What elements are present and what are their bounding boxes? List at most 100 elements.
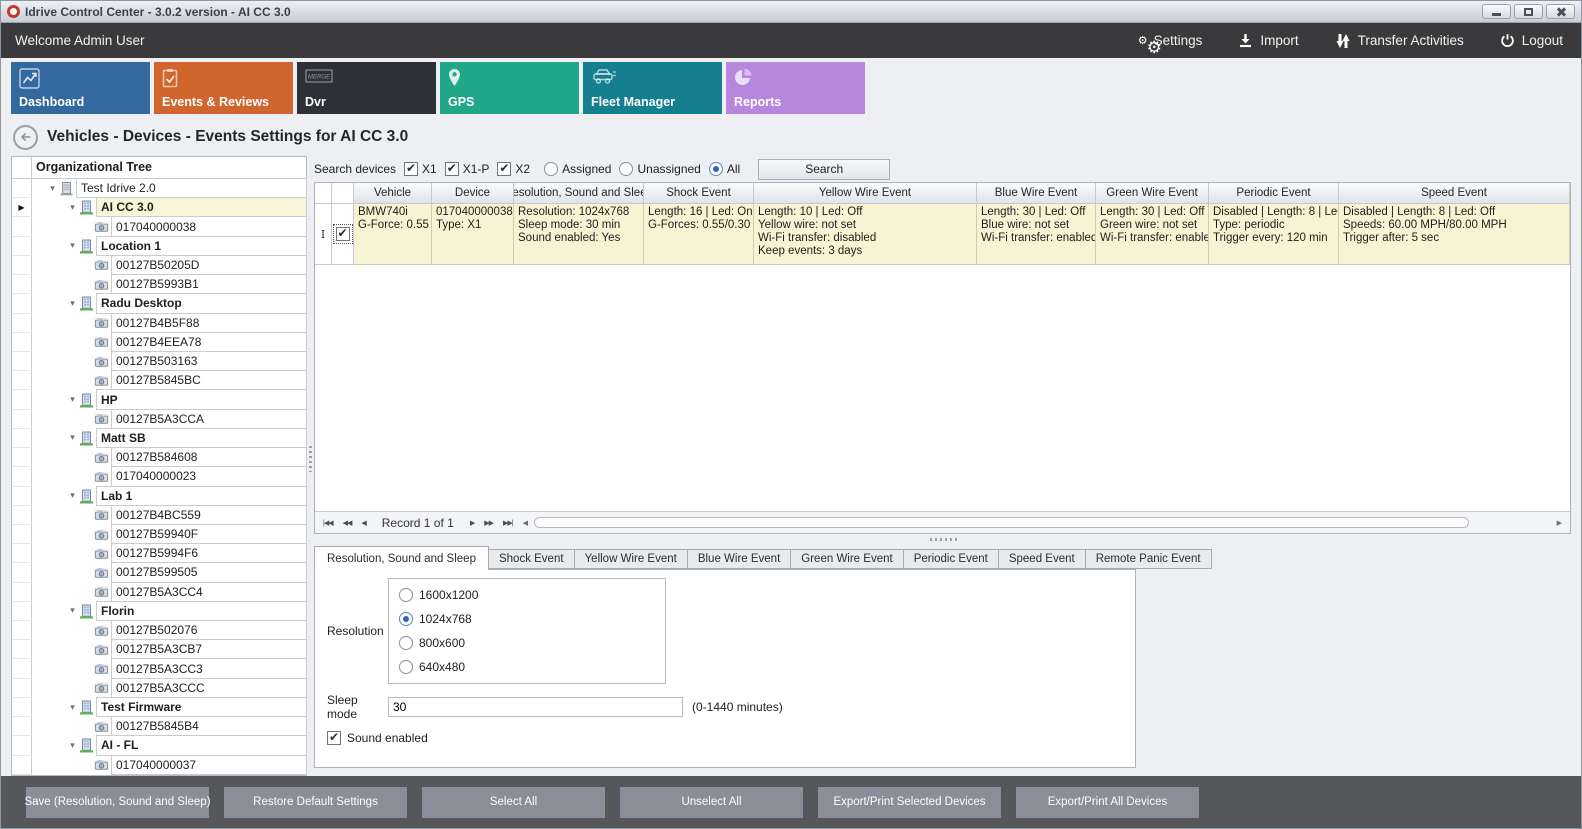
tree-device-label[interactable]: 017040000037: [111, 755, 307, 775]
close-button[interactable]: [1546, 4, 1575, 19]
expand-arrow-icon[interactable]: ▾: [66, 606, 79, 616]
tree-device-label[interactable]: 00127B4BC559: [111, 505, 307, 525]
tree-node-label[interactable]: Test Idrive 2.0: [76, 178, 307, 198]
back-button[interactable]: [13, 125, 38, 150]
tab-remote-panic-event[interactable]: Remote Panic Event: [1086, 549, 1212, 569]
expand-arrow-icon[interactable]: ▾: [66, 433, 79, 443]
footer-button-export-print-selected-devices[interactable]: Export/Print Selected Devices: [818, 787, 1001, 818]
sleep-mode-input[interactable]: [388, 697, 683, 717]
tree-device-label[interactable]: 00127B4EEA78: [111, 332, 307, 352]
horizontal-scrollbar[interactable]: [534, 516, 1551, 529]
tree-device-label[interactable]: 00127B5845BC: [111, 370, 307, 390]
tree-device-label[interactable]: 00127B5845B4: [111, 716, 307, 736]
tree-node-label[interactable]: HP: [96, 389, 307, 409]
menu-item-logout[interactable]: Logout: [1500, 33, 1563, 48]
tab-green-wire-event[interactable]: Green Wire Event: [791, 549, 903, 569]
nav-first-button[interactable]: |◀◀: [319, 519, 337, 527]
footer-button-unselect-all[interactable]: Unselect All: [620, 787, 803, 818]
tree-node-label[interactable]: AI - FL: [96, 735, 307, 755]
maximize-button[interactable]: [1514, 4, 1543, 19]
tree-node-label[interactable]: Lab 1: [96, 486, 307, 506]
tile-gps[interactable]: GPS: [440, 62, 579, 114]
resolution-option-1600x1200[interactable]: 1600x1200: [399, 588, 665, 602]
tree-device-label[interactable]: 00127B5A3CC4: [111, 582, 307, 602]
tree-device-label[interactable]: 00127B5A3CB7: [111, 639, 307, 659]
tree-device-label[interactable]: 00127B584608: [111, 447, 307, 467]
filter-radio-unassigned[interactable]: Unassigned: [619, 162, 700, 176]
menu-item-import[interactable]: Import: [1238, 33, 1298, 48]
grid-indicator-header: [315, 183, 332, 204]
row-checkbox[interactable]: ✔: [336, 227, 350, 241]
expand-arrow-icon[interactable]: ▾: [66, 741, 79, 751]
tree-device-label[interactable]: 00127B5A3CCA: [111, 409, 307, 429]
tree-device-label[interactable]: 00127B5A3CCC: [111, 678, 307, 698]
search-button[interactable]: Search: [758, 159, 890, 180]
tree-node-label[interactable]: Radu Desktop: [96, 293, 307, 313]
hscroll-right-arrow[interactable]: ▶: [1553, 519, 1566, 527]
tree-node-label[interactable]: Matt SB: [96, 428, 307, 448]
hscroll-left-arrow[interactable]: ◀: [519, 519, 532, 527]
tab-blue-wire-event[interactable]: Blue Wire Event: [688, 549, 791, 569]
nav-last-button[interactable]: ▶▶|: [499, 519, 517, 527]
tree-device-label[interactable]: 017040000038: [111, 216, 307, 236]
tree-device-label[interactable]: 00127B5A3CC3: [111, 658, 307, 678]
tree-node-label[interactable]: Florin: [96, 601, 307, 621]
grid-tabs-splitter[interactable]: [314, 534, 1571, 545]
expand-arrow-icon[interactable]: ▾: [66, 241, 79, 251]
expand-arrow-icon[interactable]: ▾: [46, 184, 59, 194]
filter-radio-assigned[interactable]: Assigned: [544, 162, 611, 176]
filter-checkbox-x1[interactable]: ✔X1: [404, 162, 437, 176]
sound-enabled-checkbox[interactable]: ✔: [327, 731, 341, 745]
expand-arrow-icon[interactable]: ▾: [66, 395, 79, 405]
tree-node-label[interactable]: AI CC 3.0: [96, 197, 307, 217]
expand-arrow-icon[interactable]: ▾: [66, 703, 79, 713]
tree-device-label[interactable]: 00127B4B5F88: [111, 313, 307, 333]
tree-device-label[interactable]: 00127B59940F: [111, 524, 307, 544]
resolution-option-800x600[interactable]: 800x600: [399, 636, 665, 650]
tab-speed-event[interactable]: Speed Event: [999, 549, 1086, 569]
tree-device-label[interactable]: 00127B5994F6: [111, 543, 307, 563]
titlebar: Idrive Control Center - 3.0.2 version - …: [1, 1, 1581, 23]
tree-device-label[interactable]: 00127B599505: [111, 562, 307, 582]
footer-button-save-resolution-sound-and-sleep-[interactable]: Save (Resolution, Sound and Sleep): [26, 787, 209, 818]
tab-periodic-event[interactable]: Periodic Event: [904, 549, 999, 569]
expand-arrow-icon[interactable]: ▾: [66, 491, 79, 501]
tree-device-label[interactable]: 00127B5993B1: [111, 274, 307, 294]
tab-shock-event[interactable]: Shock Event: [489, 549, 575, 569]
menu-item-settings[interactable]: ⚙⚙Settings: [1147, 33, 1203, 48]
tree-node-label[interactable]: Location 1: [96, 236, 307, 256]
tile-fleet-manager[interactable]: Fleet Manager: [583, 62, 722, 114]
tab-yellow-wire-event[interactable]: Yellow Wire Event: [575, 549, 688, 569]
nav-next-page-button[interactable]: ▶▶: [480, 519, 497, 527]
tree-device-label[interactable]: 00127B502076: [111, 620, 307, 640]
expand-arrow-icon[interactable]: ▾: [66, 203, 79, 213]
filter-checkbox-x2[interactable]: ✔X2: [497, 162, 530, 176]
tree-node-label[interactable]: Test Firmware: [96, 697, 307, 717]
tree-device-label[interactable]: 00127B50205D: [111, 255, 307, 275]
footer-button-select-all[interactable]: Select All: [422, 787, 605, 818]
tile-dashboard[interactable]: Dashboard: [11, 62, 150, 114]
tree-device-label[interactable]: 017040000023: [111, 466, 307, 486]
tree-device-label[interactable]: 00127B503163: [111, 351, 307, 371]
panel-splitter[interactable]: [307, 156, 314, 776]
tile-dvr[interactable]: MERGEDvr: [297, 62, 436, 114]
filter-radio-all[interactable]: All: [709, 162, 740, 176]
expand-arrow-icon[interactable]: ▾: [66, 299, 79, 309]
tile-reports[interactable]: Reports: [726, 62, 865, 114]
tab-resolution-sound-and-sleep[interactable]: Resolution, Sound and Sleep: [314, 546, 489, 570]
fleet-icon: [591, 68, 617, 90]
nav-prev-page-button[interactable]: ◀◀: [339, 519, 356, 527]
tile-events-reviews[interactable]: Events & Reviews: [154, 62, 293, 114]
minimize-button[interactable]: [1482, 4, 1511, 19]
menu-item-transfer-activities[interactable]: Transfer Activities: [1335, 33, 1464, 49]
grid-data-row[interactable]: I✔BMW740iG-Force: 0.55017040000038Type: …: [315, 204, 1570, 265]
resolution-option-1024x768[interactable]: 1024x768: [399, 612, 665, 626]
hscroll-thumb[interactable]: [534, 517, 1469, 528]
resolution-option-640x480[interactable]: 640x480: [399, 660, 665, 674]
nav-prev-button[interactable]: ◀: [357, 519, 369, 527]
nav-next-button[interactable]: ▶: [466, 519, 478, 527]
filter-checkbox-x1-p[interactable]: ✔X1-P: [445, 162, 490, 176]
footer-button-restore-default-settings[interactable]: Restore Default Settings: [224, 787, 407, 818]
row-select-cell[interactable]: ✔: [332, 204, 354, 265]
footer-button-export-print-all-devices[interactable]: Export/Print All Devices: [1016, 787, 1199, 818]
